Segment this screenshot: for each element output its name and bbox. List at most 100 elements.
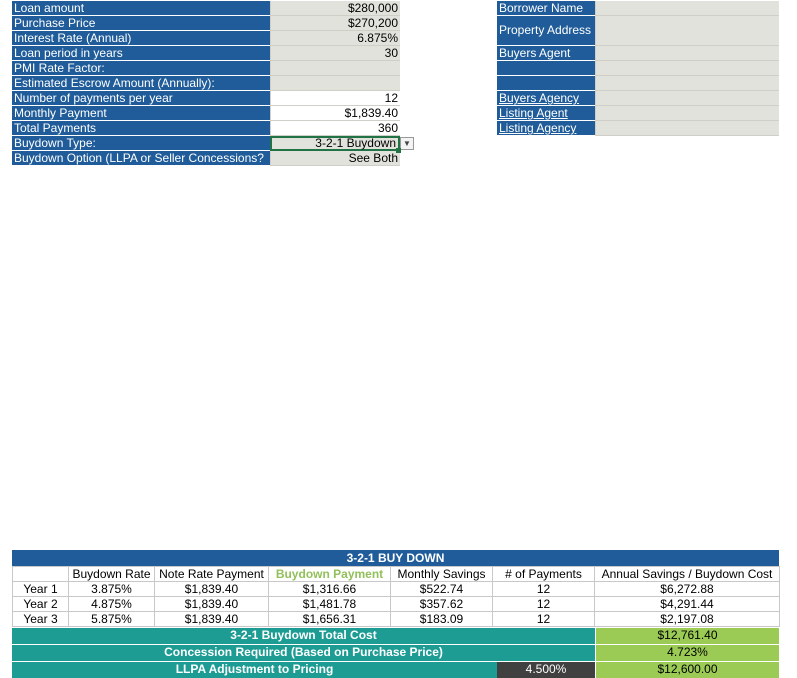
- loan-amount-cell[interactable]: $280,000: [270, 1, 400, 16]
- num-payments-cell[interactable]: 12: [492, 611, 595, 627]
- blank-label-2: [497, 76, 595, 91]
- loan-row-buydown-option: Buydown Option (LLPA or Seller Concessio…: [12, 151, 400, 166]
- buydown-type-dropdown-button[interactable]: ▼: [400, 137, 414, 150]
- llpa-row: LLPA Adjustment to Pricing 4.500% $12,60…: [12, 661, 779, 678]
- monthly-payment-label: Monthly Payment: [12, 106, 270, 121]
- total-payments-label: Total Payments: [12, 121, 270, 136]
- loan-row-pmi: PMI Rate Factor:: [12, 61, 400, 76]
- loan-row-amount: Loan amount $280,000: [12, 1, 400, 16]
- buydown-rate-cell[interactable]: 5.875%: [68, 611, 155, 627]
- loan-row-payments-per-year: Number of payments per year 12: [12, 91, 400, 106]
- table-row: Year 3 5.875% $1,839.40 $1,656.31 $183.0…: [12, 611, 780, 627]
- interest-rate-label: Interest Rate (Annual): [12, 31, 270, 46]
- loan-amount-label: Loan amount: [12, 1, 270, 16]
- annual-savings-cell[interactable]: $2,197.08: [594, 611, 780, 627]
- table-row: Year 1 3.875% $1,839.40 $1,316.66 $522.7…: [12, 581, 780, 597]
- buydown-header-row: Buydown Rate Note Rate Payment Buydown P…: [12, 566, 780, 582]
- concession-row: Concession Required (Based on Purchase P…: [12, 644, 779, 661]
- llpa-percent[interactable]: 4.500%: [497, 662, 595, 678]
- borrower-info-grid: Borrower Name Property Address Buyers Ag…: [497, 1, 779, 136]
- header-buydown-rate: Buydown Rate: [68, 566, 155, 582]
- llpa-value[interactable]: $12,600.00: [595, 662, 779, 678]
- payments-per-year-cell[interactable]: 12: [270, 91, 400, 106]
- buyers-agency-label: Buyers Agency: [497, 91, 595, 106]
- blank-row-2: [497, 76, 779, 91]
- total-payments-cell[interactable]: 360: [270, 121, 400, 136]
- buydown-payment-cell[interactable]: $1,316.66: [268, 581, 391, 597]
- borrower-name-cell[interactable]: [595, 1, 779, 16]
- loan-input-grid: Loan amount $280,000 Purchase Price $270…: [12, 1, 400, 166]
- num-payments-cell[interactable]: 12: [492, 581, 595, 597]
- year-label: Year 2: [12, 596, 69, 612]
- loan-row-escrow: Estimated Escrow Amount (Annually):: [12, 76, 400, 91]
- total-cost-value[interactable]: $12,761.40: [595, 628, 779, 644]
- property-address-cell[interactable]: [595, 16, 779, 46]
- annual-savings-cell[interactable]: $6,272.88: [594, 581, 780, 597]
- monthly-savings-cell[interactable]: $183.09: [390, 611, 493, 627]
- listing-agency-label: Listing Agency: [497, 121, 595, 136]
- loan-period-cell[interactable]: 30: [270, 46, 400, 61]
- buydown-table-section: 3-2-1 BUY DOWN Buydown Rate Note Rate Pa…: [12, 550, 780, 678]
- year-label: Year 1: [12, 581, 69, 597]
- note-rate-payment-cell[interactable]: $1,839.40: [154, 581, 269, 597]
- buydown-option-cell[interactable]: See Both: [270, 151, 400, 166]
- buydown-payment-cell[interactable]: $1,481.78: [268, 596, 391, 612]
- pmi-rate-label: PMI Rate Factor:: [12, 61, 270, 76]
- buydown-table: Buydown Rate Note Rate Payment Buydown P…: [12, 566, 780, 627]
- buyers-agent-cell[interactable]: [595, 46, 779, 61]
- total-cost-label: 3-2-1 Buydown Total Cost: [12, 628, 595, 644]
- blank-cell-2[interactable]: [595, 76, 779, 91]
- listing-agency-cell[interactable]: [595, 121, 779, 136]
- header-buydown-payment: Buydown Payment: [268, 566, 391, 582]
- loan-row-period: Loan period in years 30: [12, 46, 400, 61]
- payments-per-year-label: Number of payments per year: [12, 91, 270, 106]
- listing-agent-label: Listing Agent: [497, 106, 595, 121]
- header-annual-savings: Annual Savings / Buydown Cost: [594, 566, 780, 582]
- loan-row-total-payments: Total Payments 360: [12, 121, 400, 136]
- buyers-agency-row: Buyers Agency: [497, 91, 779, 106]
- table-row: Year 2 4.875% $1,839.40 $1,481.78 $357.6…: [12, 596, 780, 612]
- buydown-rate-cell[interactable]: 4.875%: [68, 596, 155, 612]
- buydown-title: 3-2-1 BUY DOWN: [12, 550, 779, 566]
- concession-label: Concession Required (Based on Purchase P…: [12, 645, 595, 661]
- pmi-rate-cell[interactable]: [270, 61, 400, 76]
- buydown-option-label: Buydown Option (LLPA or Seller Concessio…: [12, 151, 270, 166]
- chevron-down-icon: ▼: [403, 139, 411, 148]
- note-rate-payment-cell[interactable]: $1,839.40: [154, 596, 269, 612]
- listing-agent-cell[interactable]: [595, 106, 779, 121]
- note-rate-payment-cell[interactable]: $1,839.40: [154, 611, 269, 627]
- blank-cell-1[interactable]: [595, 61, 779, 76]
- monthly-savings-cell[interactable]: $522.74: [390, 581, 493, 597]
- monthly-savings-cell[interactable]: $357.62: [390, 596, 493, 612]
- year-label: Year 3: [12, 611, 69, 627]
- escrow-label: Estimated Escrow Amount (Annually):: [12, 76, 270, 91]
- header-num-payments: # of Payments: [492, 566, 595, 582]
- blank-row-1: [497, 61, 779, 76]
- blank-label-1: [497, 61, 595, 76]
- borrower-name-label: Borrower Name: [497, 1, 595, 16]
- purchase-price-cell[interactable]: $270,200: [270, 16, 400, 31]
- buydown-rate-cell[interactable]: 3.875%: [68, 581, 155, 597]
- property-address-label: Property Address: [497, 16, 595, 46]
- annual-savings-cell[interactable]: $4,291.44: [594, 596, 780, 612]
- buydown-type-cell[interactable]: 3-2-1 Buydown: [270, 136, 400, 151]
- interest-rate-cell[interactable]: 6.875%: [270, 31, 400, 46]
- buyers-agency-cell[interactable]: [595, 91, 779, 106]
- buydown-type-label: Buydown Type:: [12, 136, 270, 151]
- loan-period-label: Loan period in years: [12, 46, 270, 61]
- cell-fill-handle[interactable]: [396, 148, 401, 153]
- loan-row-interest-rate: Interest Rate (Annual) 6.875%: [12, 31, 400, 46]
- property-address-row: Property Address: [497, 16, 779, 46]
- header-monthly-savings: Monthly Savings: [390, 566, 493, 582]
- escrow-cell[interactable]: [270, 76, 400, 91]
- listing-agency-row: Listing Agency: [497, 121, 779, 136]
- buyers-agent-label: Buyers Agent: [497, 46, 595, 61]
- loan-row-purchase-price: Purchase Price $270,200: [12, 16, 400, 31]
- loan-row-buydown-type: Buydown Type: 3-2-1 Buydown: [12, 136, 400, 151]
- llpa-label: LLPA Adjustment to Pricing: [12, 662, 497, 678]
- concession-value[interactable]: 4.723%: [595, 645, 779, 661]
- header-blank: [12, 566, 69, 582]
- buydown-payment-cell[interactable]: $1,656.31: [268, 611, 391, 627]
- num-payments-cell[interactable]: 12: [492, 596, 595, 612]
- monthly-payment-cell[interactable]: $1,839.40: [270, 106, 400, 121]
